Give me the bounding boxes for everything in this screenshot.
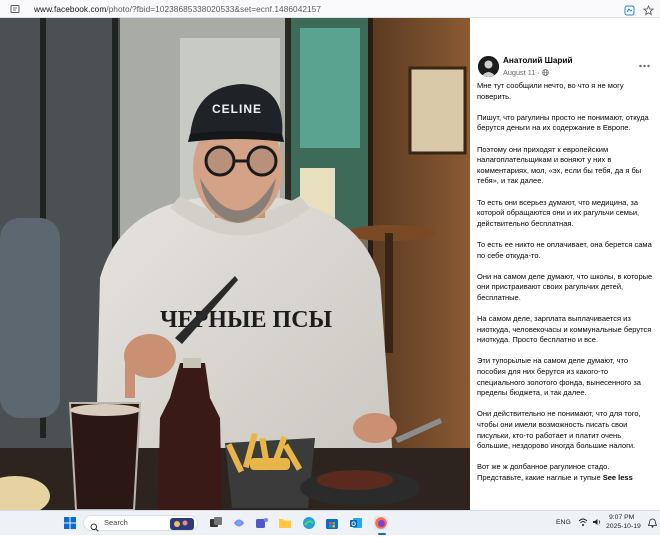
post-paragraph-last: Вот же ж долбанное рагулиное стадо. Пред… — [477, 462, 655, 483]
volume-icon[interactable] — [592, 517, 602, 529]
teams-icon[interactable] — [255, 516, 269, 530]
browser-address-bar[interactable]: www.facebook.com/photo/?fbid=10238685338… — [0, 0, 660, 18]
taskbar: Search O ENG 9:07 PM 2025-10-19 — [0, 510, 660, 535]
author-avatar[interactable] — [478, 56, 499, 77]
author-name[interactable]: Анатолий Шарий — [503, 56, 573, 65]
post-text: Мне тут сообщили нечто, во что я не могу… — [477, 81, 655, 494]
post-photo[interactable]: ЧЕРНЫЕ ПСЫ CELINE — [0, 18, 470, 510]
search-highlight-icon — [170, 517, 194, 535]
globe-icon — [542, 68, 549, 77]
url-host: www.facebook.com — [34, 3, 107, 14]
windows-start-icon[interactable] — [63, 516, 77, 530]
post-paragraph: Пишут, что рагулины просто не понимают, … — [477, 112, 649, 133]
task-view-icon[interactable] — [209, 516, 223, 530]
page-info-icon[interactable] — [9, 3, 20, 14]
taskbar-search[interactable]: Search — [83, 515, 198, 532]
edge-icon[interactable] — [302, 516, 316, 530]
post-paragraph: То есть они всерьез думают, что медицина… — [477, 197, 640, 228]
store-icon[interactable] — [325, 516, 339, 530]
post-date[interactable]: August 11 · — [503, 68, 549, 77]
clock-date[interactable]: 2025-10-19 — [606, 523, 641, 530]
search-icon — [90, 519, 99, 537]
post-paragraph: Они на самом деле думают, что школы, в к… — [477, 271, 653, 302]
post-paragraph: Они действительно не понимают, что для т… — [477, 409, 641, 451]
outlook-icon[interactable]: O — [349, 516, 363, 530]
post-paragraph: Поэтому они приходят к европейским налаг… — [477, 144, 642, 186]
more-options-icon[interactable] — [639, 60, 650, 71]
post-panel: Анатолий Шарий August 11 · Мне тут сообщ… — [470, 18, 660, 510]
firefox-icon[interactable] — [374, 516, 388, 530]
post-date-text: August 11 · — [503, 68, 542, 77]
file-explorer-icon[interactable] — [278, 516, 292, 530]
see-less-link[interactable]: See less — [603, 473, 633, 482]
last-paragraph-text: Вот же ж долбанное рагулиное стадо. Пред… — [477, 462, 610, 482]
url-path: /photo/?fbid=10238685338020533&set=ecnf.… — [106, 3, 322, 14]
svg-text:O: O — [351, 522, 356, 528]
language-indicator[interactable]: ENG — [556, 519, 571, 526]
copilot-icon[interactable] — [232, 516, 246, 530]
search-placeholder: Search — [104, 518, 128, 527]
wifi-icon[interactable] — [578, 517, 588, 529]
clock-time[interactable]: 9:07 PM — [609, 514, 634, 521]
post-paragraph: Мне тут сообщили нечто, во что я не могу… — [477, 81, 624, 101]
post-paragraph: На самом деле, зарплата выплачивается из… — [477, 314, 652, 345]
notification-bell-icon[interactable] — [647, 518, 658, 530]
post-paragraph: То есть ее никто не оплачивает, она бере… — [477, 239, 652, 260]
cap-logo: CELINE — [212, 102, 262, 116]
post-paragraph: Эти тупорылые на самом деле думают, что … — [477, 356, 641, 398]
url-text[interactable]: www.facebook.com/photo/?fbid=10238685338… — [34, 4, 321, 14]
photo-illustration: ЧЕРНЫЕ ПСЫ CELINE — [0, 18, 470, 510]
